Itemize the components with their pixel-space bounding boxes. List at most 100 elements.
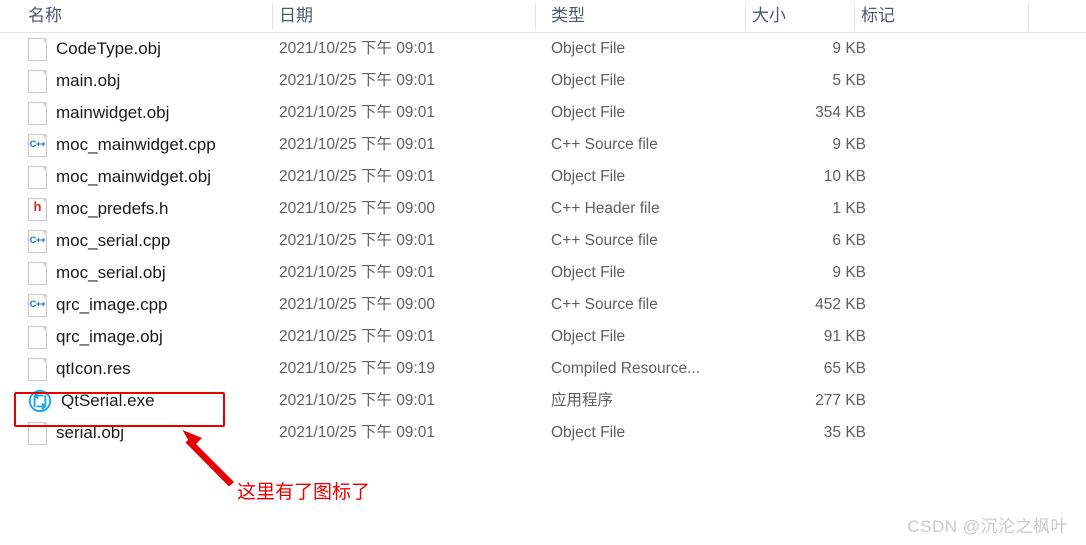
file-name-cell[interactable]: moc_serial.obj — [28, 257, 166, 289]
blank-file-icon — [28, 69, 47, 93]
column-header-size[interactable]: 大小 — [752, 0, 786, 32]
column-header-name[interactable]: 名称 — [28, 0, 62, 32]
file-type-cell: Object File — [551, 40, 626, 57]
file-date-cell: 2021/10/25 下午 09:01 — [279, 136, 435, 153]
file-size-cell: 9 KB — [832, 264, 866, 281]
file-size-cell: 1 KB — [832, 200, 866, 217]
file-type-cell: Object File — [551, 168, 626, 185]
file-name-label: CodeType.obj — [56, 39, 161, 58]
file-type-cell: C++ Source file — [551, 232, 658, 249]
file-row[interactable]: qtIcon.res 2021/10/25 下午 09:19 Compiled Re… — [0, 353, 1086, 385]
blank-file-icon — [28, 357, 47, 381]
file-name-cell[interactable]: qrc_image.obj — [28, 321, 163, 353]
file-name-cell[interactable]: C++ moc_serial.cpp — [28, 225, 170, 257]
file-date-cell: 2021/10/25 下午 09:01 — [279, 168, 435, 185]
file-name-cell[interactable]: main.obj — [28, 65, 120, 97]
column-header-date[interactable]: 日期 — [279, 0, 313, 32]
file-date-cell: 2021/10/25 下午 09:01 — [279, 40, 435, 57]
blank-file-icon — [28, 325, 47, 349]
file-row[interactable]: CodeType.obj 2021/10/25 下午 09:01 Object Fi… — [0, 33, 1086, 65]
cpp-source-icon: C++ — [28, 293, 47, 317]
file-row[interactable]: QtSerial.exe 2021/10/25 下午 09:01 应用程序 277 K… — [0, 385, 1086, 417]
blank-file-icon — [28, 421, 47, 445]
column-divider-type-size[interactable] — [745, 3, 746, 30]
file-date-cell: 2021/10/25 下午 09:01 — [279, 392, 435, 409]
blank-file-icon — [28, 101, 47, 125]
file-name-cell[interactable]: qtIcon.res — [28, 353, 131, 385]
column-header-type[interactable]: 类型 — [551, 0, 585, 32]
column-divider-tags-end[interactable] — [1028, 3, 1029, 30]
file-size-cell: 10 KB — [823, 168, 866, 185]
blank-file-icon — [28, 165, 47, 189]
file-row[interactable]: C++ moc_serial.cpp 2021/10/25 下午 09:01 C++ … — [0, 225, 1086, 257]
file-name-label: moc_mainwidget.cpp — [56, 135, 216, 154]
file-name-cell[interactable]: C++ qrc_image.cpp — [28, 289, 168, 321]
file-name-label: moc_serial.obj — [56, 263, 166, 282]
file-type-cell: C++ Source file — [551, 136, 658, 153]
file-size-cell: 91 KB — [823, 328, 866, 345]
file-name-label: mainwidget.obj — [56, 103, 170, 122]
file-size-cell: 6 KB — [832, 232, 866, 249]
column-divider-size-tags[interactable] — [854, 3, 855, 30]
file-date-cell: 2021/10/25 下午 09:00 — [279, 296, 435, 313]
file-name-cell[interactable]: mainwidget.obj — [28, 97, 169, 129]
file-list: CodeType.obj 2021/10/25 下午 09:01 Object Fi… — [0, 33, 1086, 449]
file-size-cell: 9 KB — [832, 136, 866, 153]
file-size-cell: 5 KB — [832, 72, 866, 89]
file-name-cell[interactable]: QtSerial.exe — [28, 385, 155, 417]
file-date-cell: 2021/10/25 下午 09:01 — [279, 424, 435, 441]
file-name-cell[interactable]: h moc_predefs.h — [28, 193, 168, 225]
file-name-label: qtIcon.res — [56, 359, 131, 378]
file-date-cell: 2021/10/25 下午 09:19 — [279, 360, 435, 377]
file-type-cell: Compiled Resource... — [551, 360, 701, 377]
file-date-cell: 2021/10/25 下午 09:01 — [279, 328, 435, 345]
blank-file-icon — [28, 37, 47, 61]
column-divider-name-date[interactable] — [272, 3, 273, 30]
file-name-cell[interactable]: moc_mainwidget.obj — [28, 161, 211, 193]
annotation-text: 这里有了图标了 — [237, 482, 371, 503]
file-size-cell: 65 KB — [823, 360, 866, 377]
column-divider-date-type[interactable] — [535, 3, 536, 30]
file-date-cell: 2021/10/25 下午 09:01 — [279, 72, 435, 89]
file-type-cell: C++ Source file — [551, 296, 658, 313]
watermark: CSDN @沉沦之枫叶 — [907, 517, 1068, 536]
file-row[interactable]: C++ moc_mainwidget.cpp 2021/10/25 下午 09:01… — [0, 129, 1086, 161]
file-name-label: serial.obj — [56, 423, 125, 442]
column-header-tags[interactable]: 标记 — [861, 0, 895, 32]
column-header-bar: 名称 日期 类型 大小 标记 — [0, 0, 1086, 33]
file-date-cell: 2021/10/25 下午 09:00 — [279, 200, 435, 217]
file-name-label: moc_predefs.h — [56, 199, 169, 218]
cpp-header-icon: h — [28, 197, 47, 221]
file-size-cell: 354 KB — [815, 104, 866, 121]
blank-file-icon — [28, 261, 47, 285]
file-name-label: qrc_image.cpp — [56, 295, 168, 314]
file-row[interactable]: moc_serial.obj 2021/10/25 下午 09:01 Object … — [0, 257, 1086, 289]
file-row[interactable]: h moc_predefs.h 2021/10/25 下午 09:00 C++ Hea… — [0, 193, 1086, 225]
file-type-cell: 应用程序 — [551, 392, 614, 409]
file-name-cell[interactable]: CodeType.obj — [28, 33, 161, 65]
file-size-cell: 452 KB — [815, 296, 866, 313]
file-date-cell: 2021/10/25 下午 09:01 — [279, 104, 435, 121]
file-size-cell: 9 KB — [832, 40, 866, 57]
file-row[interactable]: main.obj 2021/10/25 下午 09:01 Object File 5 … — [0, 65, 1086, 97]
file-date-cell: 2021/10/25 下午 09:01 — [279, 264, 435, 281]
file-row[interactable]: mainwidget.obj 2021/10/25 下午 09:01 Object … — [0, 97, 1086, 129]
file-size-cell: 35 KB — [823, 424, 866, 441]
file-type-cell: Object File — [551, 264, 626, 281]
file-name-cell[interactable]: serial.obj — [28, 417, 124, 449]
file-type-cell: Object File — [551, 424, 626, 441]
cpp-source-icon: C++ — [28, 229, 47, 253]
file-name-label: moc_serial.cpp — [56, 231, 171, 250]
file-row[interactable]: moc_mainwidget.obj 2021/10/25 下午 09:01 Obj… — [0, 161, 1086, 193]
file-name-label: moc_mainwidget.obj — [56, 167, 211, 186]
file-row[interactable]: C++ qrc_image.cpp 2021/10/25 下午 09:00 C++ S… — [0, 289, 1086, 321]
file-name-label: main.obj — [56, 71, 121, 90]
serial-app-icon — [28, 389, 52, 413]
file-row[interactable]: qrc_image.obj 2021/10/25 下午 09:01 Object F… — [0, 321, 1086, 353]
file-type-cell: C++ Header file — [551, 200, 660, 217]
file-row[interactable]: serial.obj 2021/10/25 下午 09:01 Object File… — [0, 417, 1086, 449]
file-name-cell[interactable]: C++ moc_mainwidget.cpp — [28, 129, 216, 161]
file-type-cell: Object File — [551, 72, 626, 89]
file-type-cell: Object File — [551, 104, 626, 121]
file-date-cell: 2021/10/25 下午 09:01 — [279, 232, 435, 249]
